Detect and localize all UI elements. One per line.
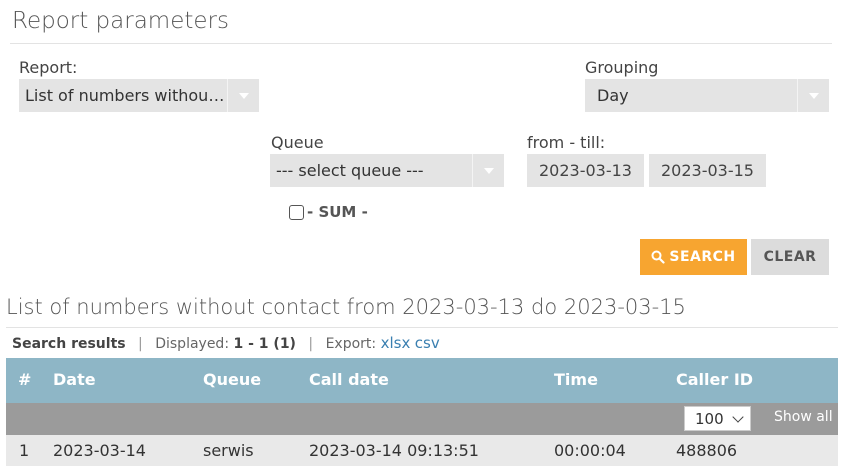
date-from-input[interactable]: 2023-03-13	[527, 154, 644, 187]
displayed-count: 1 - 1 (1)	[233, 336, 296, 352]
column-header-queue[interactable]: Queue	[203, 370, 261, 389]
table-toolbar: 100 Show all	[6, 403, 838, 435]
sum-checkbox[interactable]	[289, 204, 304, 220]
page-title: Report parameters	[12, 8, 229, 34]
column-header-call-date[interactable]: Call date	[309, 370, 389, 389]
report-select-value: List of numbers without...	[25, 86, 227, 105]
chevron-down-icon	[732, 411, 744, 423]
cell-number: 1	[19, 441, 30, 460]
cell-time: 00:00:04	[554, 441, 626, 460]
show-all-link[interactable]: Show all	[774, 409, 833, 425]
results-meta: Search results | Displayed: 1 - 1 (1) | …	[12, 334, 440, 352]
search-button[interactable]: SEARCH	[640, 239, 747, 275]
results-divider	[6, 327, 838, 328]
separator: |	[308, 336, 314, 352]
page-size-value: 100	[695, 409, 724, 428]
search-icon	[651, 250, 665, 264]
cell-date: 2023-03-14	[53, 441, 146, 460]
column-header-date[interactable]: Date	[53, 370, 96, 389]
search-results-label: Search results	[12, 336, 126, 352]
date-till-input[interactable]: 2023-03-15	[649, 154, 766, 187]
sum-toggle[interactable]: - SUM -	[289, 203, 368, 221]
caret-down-icon	[472, 154, 504, 187]
queue-label: Queue	[271, 133, 324, 152]
caret-down-icon	[797, 79, 829, 112]
grouping-select-value: Day	[597, 86, 629, 105]
report-select[interactable]: List of numbers without...	[19, 79, 259, 112]
displayed-label: Displayed:	[155, 336, 230, 352]
report-label: Report:	[19, 58, 78, 77]
table-header: # Date Queue Call date Time Caller ID	[6, 358, 838, 403]
export-label: Export:	[325, 336, 377, 352]
grouping-label: Grouping	[585, 58, 659, 77]
sum-label: - SUM -	[307, 203, 368, 221]
search-button-label: SEARCH	[669, 249, 736, 265]
column-header-caller-id[interactable]: Caller ID	[676, 370, 753, 389]
export-xlsx-link[interactable]: xlsx	[381, 334, 411, 352]
cell-call-date: 2023-03-14 09:13:51	[309, 441, 479, 460]
results-title: List of numbers without contact from 202…	[6, 295, 686, 319]
cell-caller-id: 488806	[676, 441, 738, 460]
date-range-label: from - till:	[527, 133, 606, 152]
export-csv-link[interactable]: csv	[415, 334, 440, 352]
clear-button[interactable]: CLEAR	[751, 239, 829, 275]
queue-select-value: --- select queue ---	[276, 161, 424, 180]
column-header-number[interactable]: #	[18, 370, 31, 389]
caret-down-icon	[227, 79, 259, 112]
grouping-select[interactable]: Day	[585, 79, 829, 112]
page-size-select[interactable]: 100	[684, 406, 751, 431]
separator: |	[138, 336, 143, 352]
cell-queue: serwis	[203, 441, 254, 460]
queue-select[interactable]: --- select queue ---	[270, 154, 504, 187]
column-header-time[interactable]: Time	[554, 370, 598, 389]
title-divider	[10, 43, 832, 44]
table-row[interactable]: 1 2023-03-14 serwis 2023-03-14 09:13:51 …	[6, 435, 838, 466]
